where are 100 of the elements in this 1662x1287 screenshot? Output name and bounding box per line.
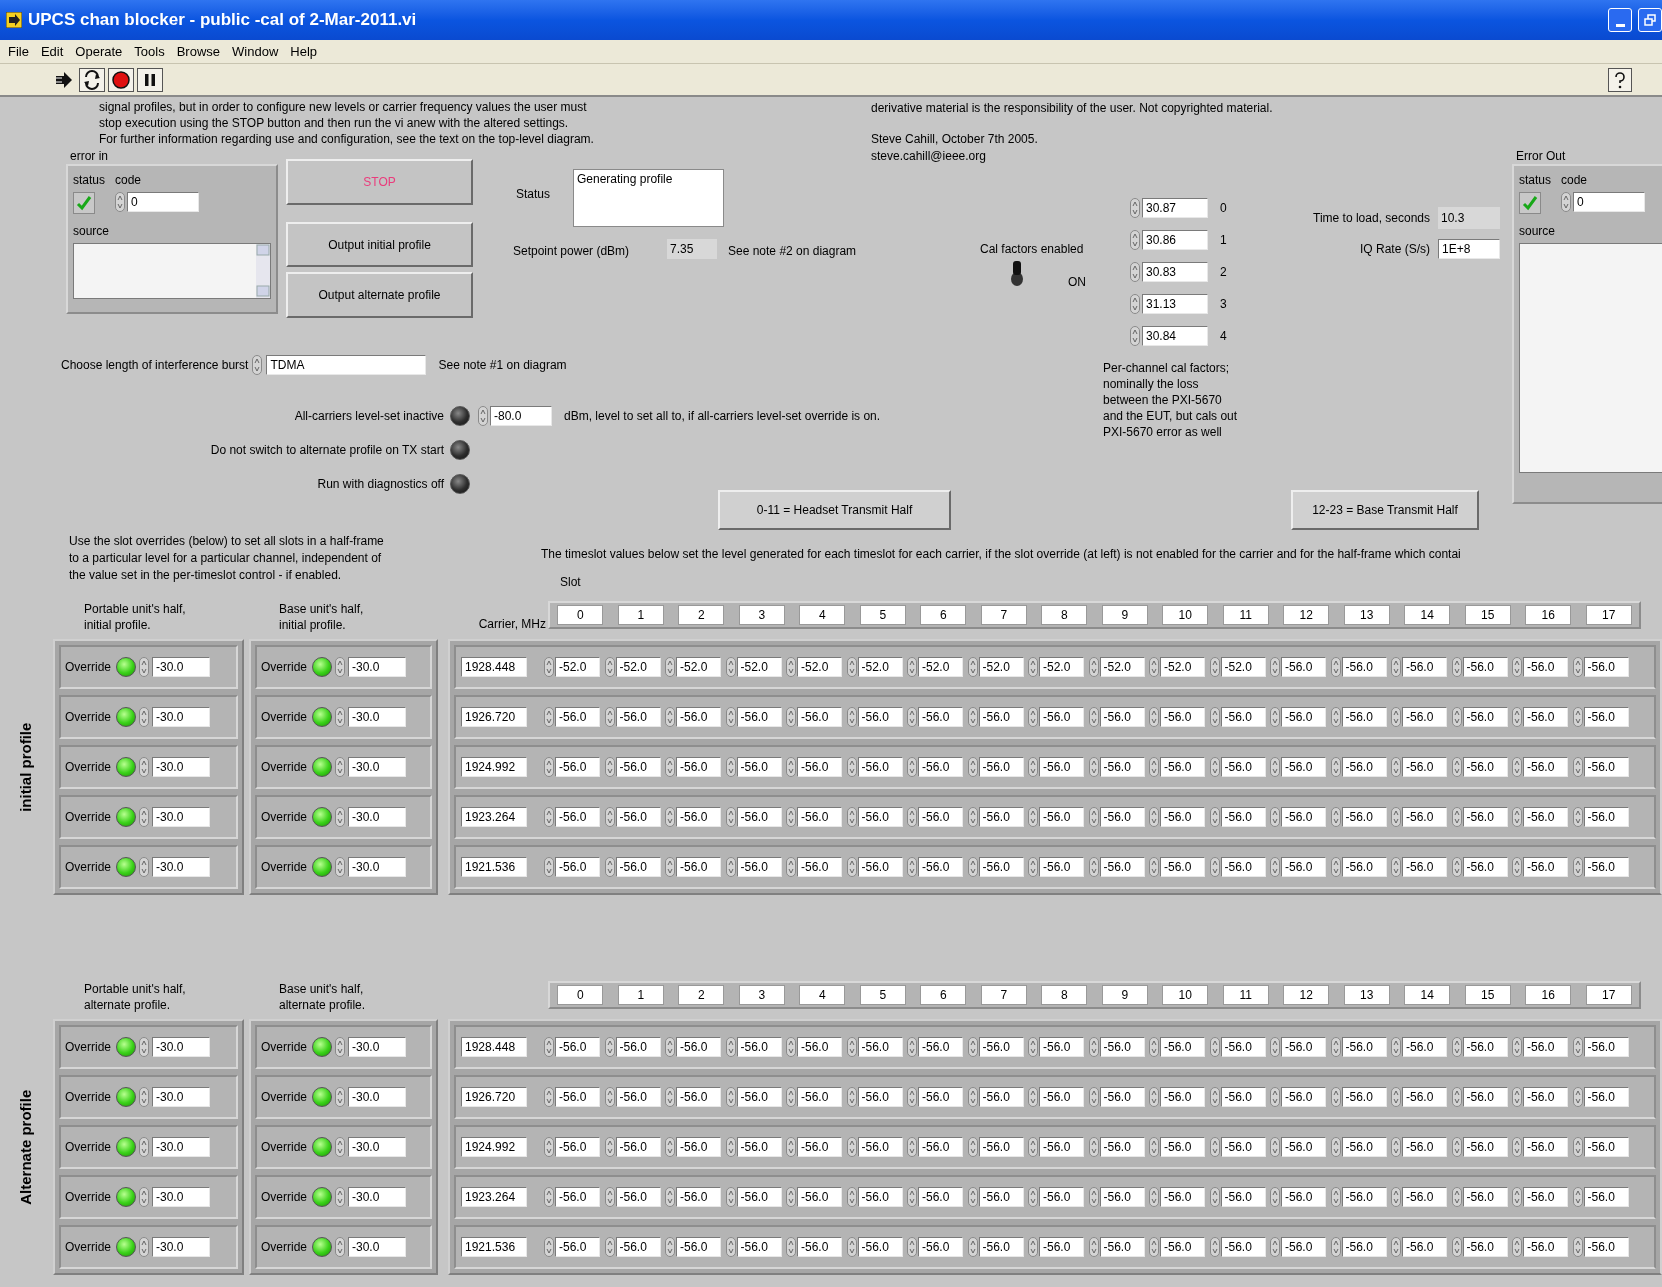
led-indicator[interactable] [116,1037,136,1057]
slot-level-field[interactable]: -56.0 [1583,857,1629,877]
slot-level-field[interactable]: -56.0 [1341,1037,1387,1057]
slot-level-field[interactable]: -56.0 [676,1237,721,1257]
spinner-arrows[interactable] [907,757,917,777]
slot-level-field[interactable]: -56.0 [555,857,600,877]
spinner-arrows[interactable] [665,1087,675,1107]
spinner-arrows[interactable] [1149,1037,1159,1057]
slot-level-field[interactable]: -56.0 [857,857,903,877]
led-indicator[interactable] [116,1187,136,1207]
slot-level-field[interactable]: -56.0 [1220,1037,1266,1057]
spinner-arrows[interactable] [1512,857,1522,877]
spinner-arrows[interactable] [967,1187,978,1207]
slot-level-field[interactable]: -56.0 [1583,1087,1629,1107]
slot-level-field[interactable]: -56.0 [1099,1137,1145,1157]
spinner-arrows[interactable] [1270,857,1280,877]
slot-level-field[interactable]: -56.0 [1341,1137,1387,1157]
spinner-arrows[interactable] [1512,1237,1522,1257]
slot-level-field[interactable]: -56.0 [1039,857,1084,877]
slot-level-field[interactable]: -56.0 [1160,1187,1205,1207]
spinner-arrows[interactable] [1572,657,1583,677]
spinner-arrows[interactable] [1028,657,1038,677]
override-level-field[interactable]: -30.0 [348,1037,406,1057]
slot-level-field[interactable]: -56.0 [1220,707,1266,727]
slot-level-field[interactable]: -56.0 [857,1187,903,1207]
slot-level-field[interactable]: -52.0 [1099,657,1145,677]
slot-level-field[interactable]: -56.0 [615,1237,661,1257]
led-indicator[interactable] [312,857,332,877]
slot-level-field[interactable]: -56.0 [978,1087,1024,1107]
spinner-arrows[interactable] [1088,707,1099,727]
slot-level-field[interactable]: -56.0 [1402,1087,1447,1107]
led-indicator[interactable] [116,657,136,677]
burst-length-field[interactable]: TDMA [266,355,427,375]
led-indicator[interactable] [312,1187,332,1207]
slot-level-field[interactable]: -56.0 [1402,857,1447,877]
spinner-arrows[interactable] [1149,1137,1159,1157]
slot-level-field[interactable]: -56.0 [1160,857,1205,877]
slot-level-field[interactable]: -56.0 [555,757,600,777]
slot-level-field[interactable]: -56.0 [676,1187,721,1207]
slot-level-field[interactable]: -56.0 [1341,857,1387,877]
slot-level-field[interactable]: -56.0 [797,1087,842,1107]
spinner-arrows[interactable] [1209,657,1220,677]
override-level-field[interactable]: -30.0 [152,857,210,877]
slot-level-field[interactable]: -56.0 [555,1237,600,1257]
minimize-button[interactable] [1608,8,1632,32]
slot-level-field[interactable]: -56.0 [1099,857,1145,877]
slot-level-field[interactable]: -56.0 [1341,757,1387,777]
spinner-arrows[interactable] [846,757,857,777]
override-level-field[interactable]: -30.0 [348,1187,406,1207]
slot-level-field[interactable]: -56.0 [1160,1237,1205,1257]
slot-level-field[interactable]: -56.0 [1160,1087,1205,1107]
spinner-arrows[interactable] [1330,1037,1341,1057]
spinner-arrows[interactable] [1088,1037,1099,1057]
spinner-arrows[interactable] [1028,707,1038,727]
spinner-arrows[interactable] [1130,294,1140,314]
spinner-arrows[interactable] [665,857,675,877]
slot-level-field[interactable]: -52.0 [1160,657,1205,677]
spinner-arrows[interactable] [335,1137,345,1157]
slot-level-field[interactable]: -56.0 [1039,757,1084,777]
led-indicator[interactable] [116,1137,136,1157]
spinner-arrows[interactable] [1572,1187,1583,1207]
led-indicator[interactable] [312,1137,332,1157]
spinner-arrows[interactable] [665,657,675,677]
slot-level-field[interactable]: -56.0 [1583,707,1629,727]
override-level-field[interactable]: -30.0 [152,757,210,777]
spinner-arrows[interactable] [544,1087,554,1107]
spinner-arrows[interactable] [1512,757,1522,777]
spinner-arrows[interactable] [1391,1137,1401,1157]
spinner-arrows[interactable] [907,807,917,827]
spinner-arrows[interactable] [1451,1137,1462,1157]
slot-level-field[interactable]: -56.0 [1341,1237,1387,1257]
slot-level-field[interactable]: -52.0 [736,657,782,677]
spinner-arrows[interactable] [139,757,149,777]
spinner-arrows[interactable] [1209,707,1220,727]
cal-factor-field[interactable]: 30.87 [1142,198,1208,218]
spinner-arrows[interactable] [665,1137,675,1157]
spinner-arrows[interactable] [967,757,978,777]
spinner-arrows[interactable] [1209,1187,1220,1207]
spinner-arrows[interactable] [1451,1037,1462,1057]
slot-level-field[interactable]: -56.0 [1281,757,1326,777]
spinner-arrows[interactable] [967,857,978,877]
menu-item[interactable]: Help [290,41,318,62]
led-indicator[interactable] [116,707,136,727]
slot-level-field[interactable]: -56.0 [736,1137,782,1157]
spinner-arrows[interactable] [1572,757,1583,777]
restore-button[interactable] [1638,8,1662,32]
slot-level-field[interactable]: -56.0 [615,1137,661,1157]
carrier-frequency-field[interactable]: 1923.264 [461,807,527,827]
slot-level-field[interactable]: -56.0 [676,1137,721,1157]
spinner-arrows[interactable] [846,1137,857,1157]
slot-level-field[interactable]: -56.0 [676,1037,721,1057]
spinner-arrows[interactable] [544,1237,554,1257]
spinner-arrows[interactable] [1330,757,1341,777]
spinner-arrows[interactable] [1209,1037,1220,1057]
slot-level-field[interactable]: -56.0 [1281,1037,1326,1057]
led-indicator[interactable] [116,857,136,877]
spinner-arrows[interactable] [604,657,615,677]
slot-level-field[interactable]: -56.0 [1099,707,1145,727]
spinner-arrows[interactable] [846,1237,857,1257]
help-icon[interactable] [1608,67,1632,92]
